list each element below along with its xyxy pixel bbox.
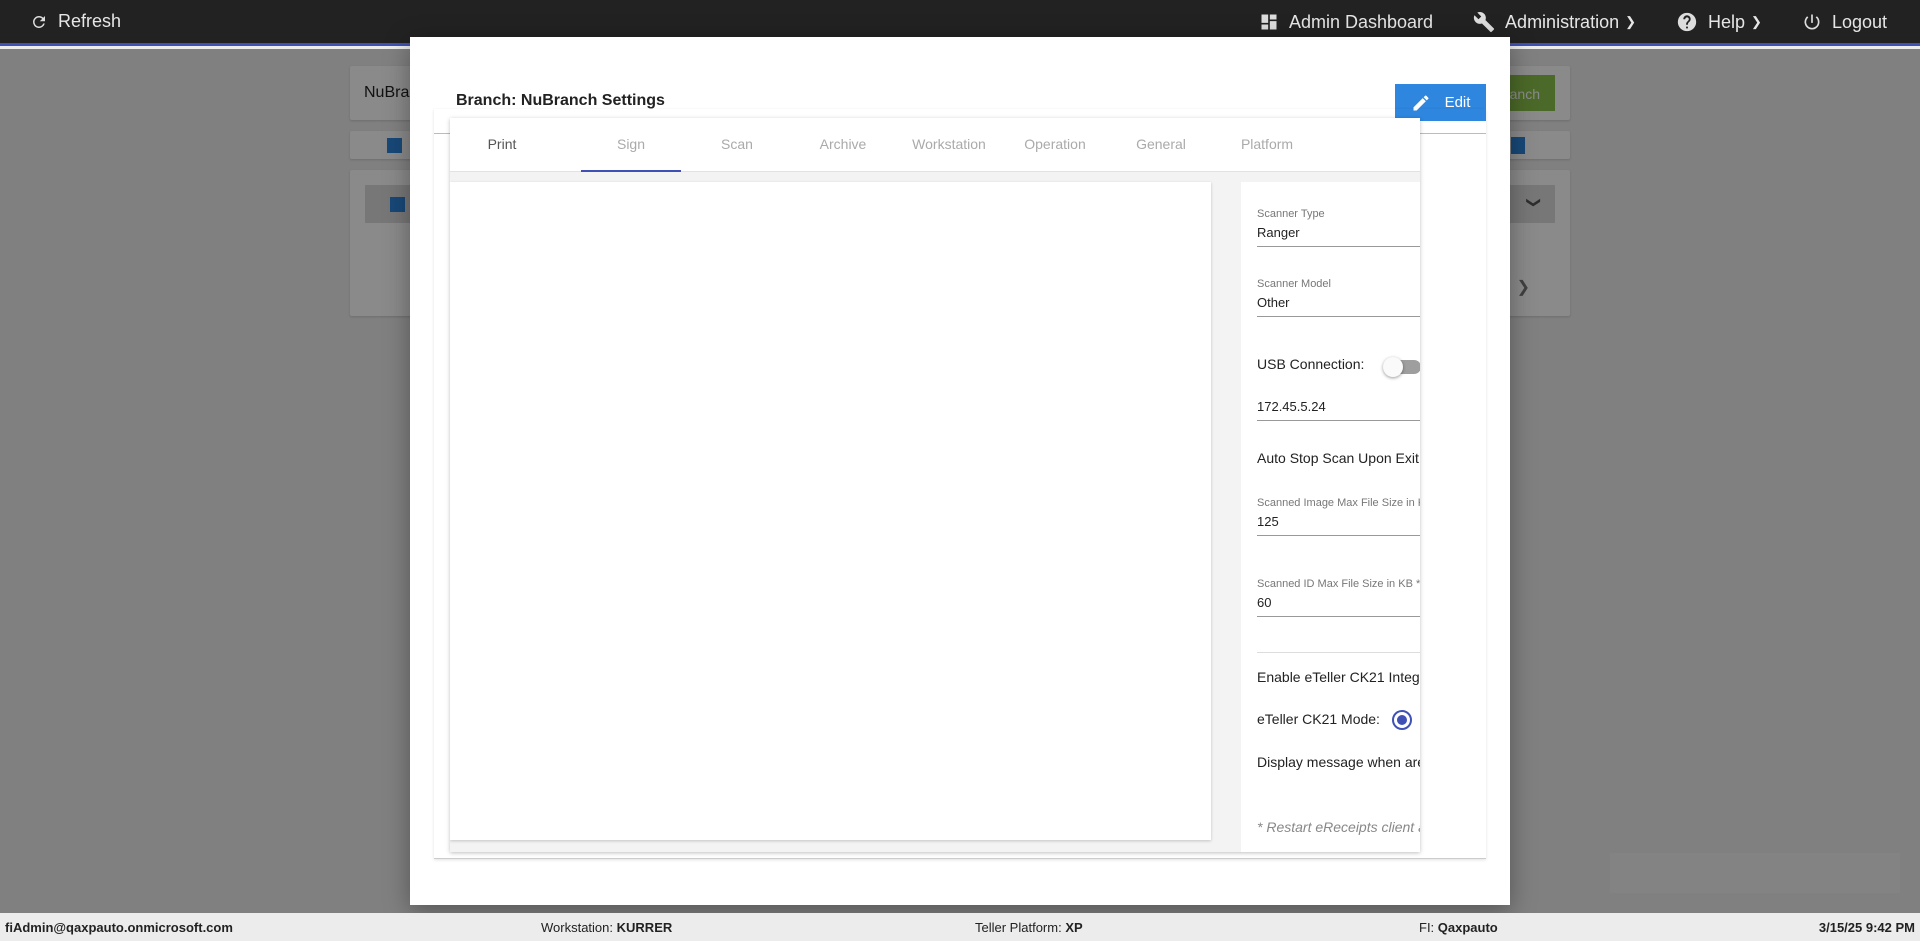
image-max-size-field[interactable]: Scanned Image Max File Size in KB 125 [1257,497,1420,536]
workstation-value: KURRER [616,920,673,935]
datetime-value: 3/15/25 9:42 PM [1818,920,1915,935]
help-menu[interactable]: Help ❯ [1676,11,1762,33]
image-max-size-label: Scanned Image Max File Size in KB [1257,497,1420,509]
dialog-body: Print Sign Scan Archive Workstation Oper… [434,109,1486,859]
image-max-size-value: 125 [1257,514,1420,536]
admin-dashboard-label: Admin Dashboard [1288,11,1434,32]
logout-label: Logout [1831,11,1887,32]
ck21-integration-label: Enable eTeller CK21 Integ [1257,669,1420,685]
chevron-down-icon: ❯ [1625,14,1636,29]
branch-settings-dialog: Branch: NuBranch Settings Edit Print Sig… [410,37,1510,905]
id-max-size-field[interactable]: Scanned ID Max File Size in KB * 60 [1257,578,1420,617]
settings-tabs: Print Sign Scan Archive Workstation Oper… [450,118,1420,172]
tab-print[interactable]: Print [452,118,552,172]
dashboard-icon [1261,14,1277,30]
display-message-label: Display message when are [1257,754,1420,770]
datetime: 3/15/25 9:42 PM [1819,920,1915,935]
help-icon [1677,12,1697,32]
usb-connection-toggle[interactable] [1383,357,1420,377]
user-email: fiAdmin@qaxpauto.onmicrosoft.com [5,920,233,935]
tab-operation[interactable]: Operation [1005,118,1105,172]
ip-address-field[interactable]: 172.45.5.24 [1257,394,1420,421]
admin-dashboard-link[interactable]: Admin Dashboard [1259,12,1433,33]
scanner-model-value: Other [1257,295,1420,317]
tab-scan[interactable]: Scan [687,118,787,172]
settings-panel: Print Sign Scan Archive Workstation Oper… [450,118,1420,852]
scanner-model-label: Scanner Model [1257,278,1331,290]
ck21-mode-label: eTeller CK21 Mode: [1257,711,1380,727]
tab-sign[interactable]: Sign [581,118,681,172]
usb-connection-label: USB Connection: [1257,356,1365,372]
scanner-type-value: Ranger [1257,225,1420,247]
tab-workstation[interactable]: Workstation [899,118,999,172]
fi-info: FI: Qaxpauto [1419,920,1498,935]
status-bar: fiAdmin@qaxpauto.onmicrosoft.com Worksta… [0,913,1920,941]
refresh-button[interactable]: Refresh [30,11,121,32]
scanner-model-field[interactable]: Scanner Model Other [1257,278,1420,317]
signature-preview-area [450,182,1211,840]
user-email-value: fiAdmin@qaxpauto.onmicrosoft.com [5,920,233,935]
tab-general[interactable]: General [1111,118,1211,172]
fi-value: Qaxpauto [1437,920,1498,935]
platform-value: XP [1065,920,1083,935]
workstation-label: Workstation: [541,920,614,935]
platform-info: Teller Platform: XP [975,920,1083,935]
chevron-down-icon: ❯ [1751,14,1762,29]
administration-menu[interactable]: Administration ❯ [1473,11,1636,33]
administration-label: Administration [1505,11,1620,32]
auto-stop-scan-label: Auto Stop Scan Upon Exit [1257,450,1419,466]
refresh-label: Refresh [58,11,122,31]
toggle-knob [1383,357,1403,377]
divider [1257,652,1420,653]
id-max-size-label: Scanned ID Max File Size in KB * [1257,578,1420,590]
id-max-size-value: 60 [1257,595,1420,617]
power-icon [1804,14,1820,30]
ip-address-value: 172.45.5.24 [1257,399,1420,421]
wrench-icon [1473,12,1495,33]
tab-archive[interactable]: Archive [793,118,893,172]
ck21-mode-radio[interactable] [1392,710,1412,730]
workstation-info: Workstation: KURRER [541,920,672,935]
logout-button[interactable]: Logout [1802,12,1887,33]
fi-label: FI: [1419,920,1435,935]
help-label: Help [1708,11,1746,32]
dialog-title: Branch: NuBranch Settings [456,92,665,109]
restart-note: * Restart eReceipts client a [1257,819,1420,835]
platform-label: Teller Platform: [975,920,1062,935]
scanner-type-label: Scanner Type [1257,208,1325,220]
tab-platform[interactable]: Platform [1217,118,1317,172]
scanner-type-field[interactable]: Scanner Type Ranger [1257,208,1420,247]
scanner-settings-card: Scanner Type Ranger Scanner Model Other … [1241,182,1420,852]
refresh-icon [32,15,45,28]
